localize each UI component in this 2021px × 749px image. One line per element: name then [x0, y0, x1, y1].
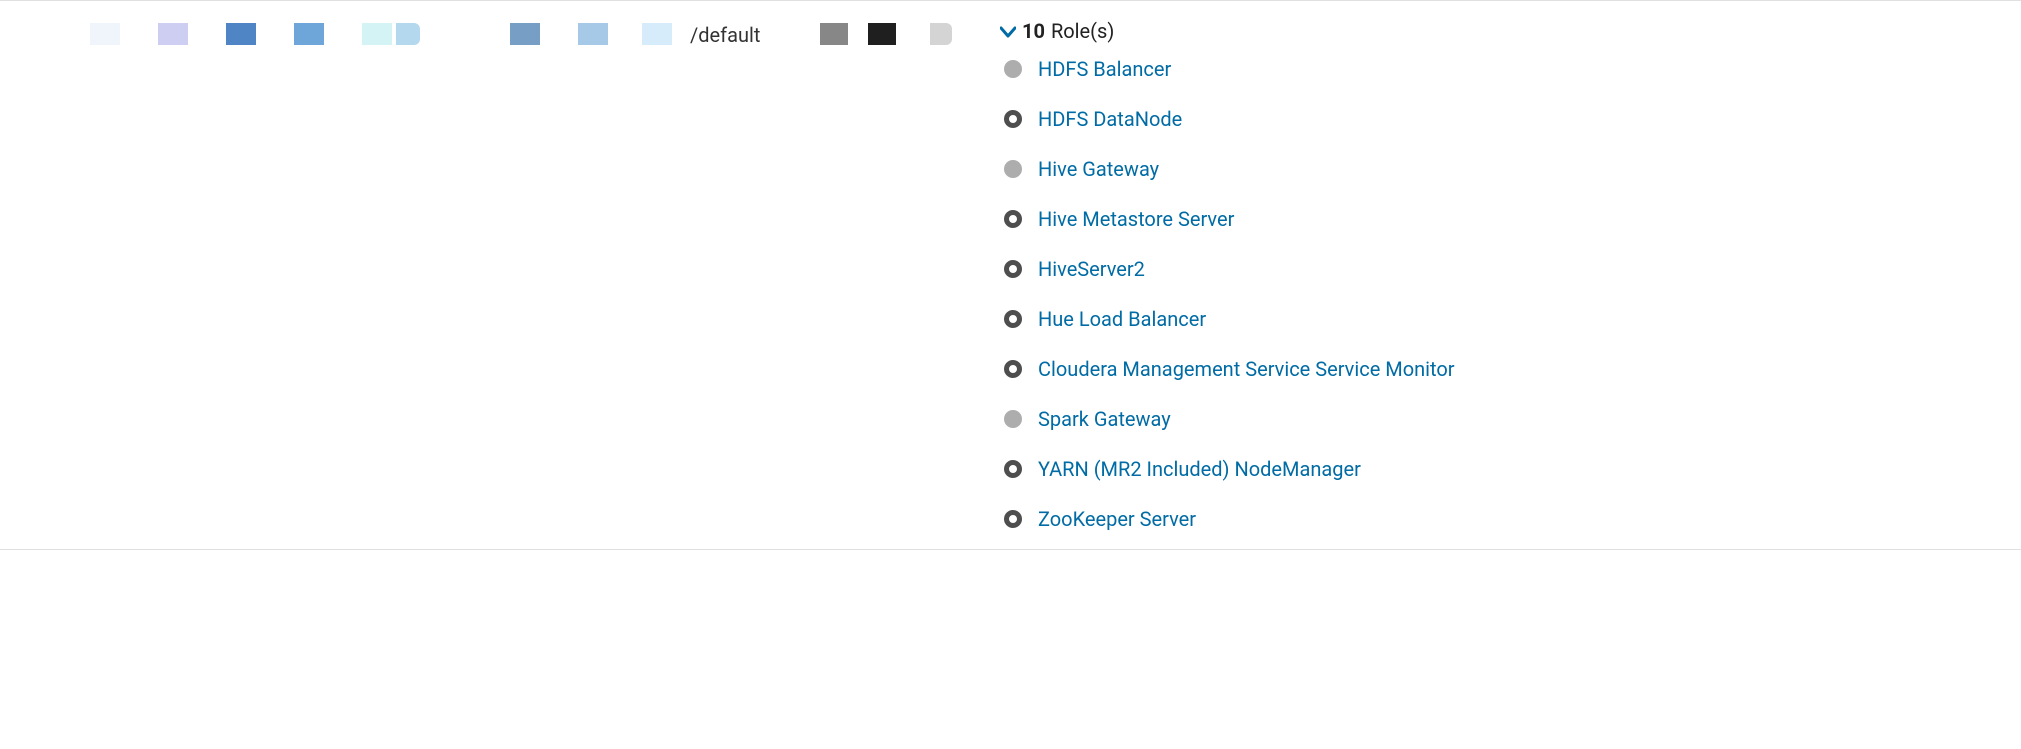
redacted-hostname-segment	[226, 23, 256, 45]
redacted-ip-segment	[612, 23, 638, 45]
redacted-hostname-segment	[294, 23, 324, 45]
roles-cell: 10 Role(s) HDFS Balancer HDFS DataNode H…	[1000, 19, 2021, 531]
role-item: Cloudera Management Service Service Moni…	[1004, 357, 2021, 381]
host-row: /default 10 Role(s) HDFS Balancer HDFS D…	[0, 0, 2021, 550]
status-stopped-icon	[1004, 110, 1022, 128]
role-link[interactable]: ZooKeeper Server	[1038, 507, 1196, 531]
role-list: HDFS Balancer HDFS DataNode Hive Gateway…	[1000, 57, 2021, 531]
role-item: HiveServer2	[1004, 257, 2021, 281]
role-link[interactable]: Spark Gateway	[1038, 407, 1171, 431]
redacted-ip-segment	[510, 23, 540, 45]
role-link[interactable]: HDFS DataNode	[1038, 107, 1182, 131]
redacted-health-segment	[930, 23, 952, 45]
role-link[interactable]: YARN (MR2 Included) NodeManager	[1038, 457, 1361, 481]
role-item: Hive Metastore Server	[1004, 207, 2021, 231]
redacted-health-segment	[854, 23, 862, 45]
redacted-hostname-segment	[260, 23, 290, 45]
roles-count: 10	[1022, 19, 1045, 43]
redacted-hostname-segment	[362, 23, 392, 45]
role-item: ZooKeeper Server	[1004, 507, 2021, 531]
role-item: HDFS DataNode	[1004, 107, 2021, 131]
host-ip-cell	[510, 19, 690, 45]
redacted-health-segment	[820, 23, 848, 45]
status-stopped-icon	[1004, 360, 1022, 378]
redacted-hostname-segment	[158, 23, 188, 45]
status-none-icon	[1004, 410, 1022, 428]
status-stopped-icon	[1004, 460, 1022, 478]
role-link[interactable]: Hue Load Balancer	[1038, 307, 1206, 331]
role-link[interactable]: HDFS Balancer	[1038, 57, 1171, 81]
role-item: Hive Gateway	[1004, 157, 2021, 181]
roles-label: Role(s)	[1051, 19, 1114, 43]
role-link[interactable]: HiveServer2	[1038, 257, 1145, 281]
status-stopped-icon	[1004, 510, 1022, 528]
redacted-hostname-segment	[396, 23, 420, 45]
redacted-health-segment	[868, 23, 896, 45]
role-item: HDFS Balancer	[1004, 57, 2021, 81]
status-none-icon	[1004, 60, 1022, 78]
role-item: Spark Gateway	[1004, 407, 2021, 431]
status-stopped-icon	[1004, 210, 1022, 228]
role-link[interactable]: Cloudera Management Service Service Moni…	[1038, 357, 1455, 381]
roles-toggle[interactable]: 10 Role(s)	[1000, 19, 2021, 43]
rack-value: /default	[690, 23, 760, 47]
redacted-ip-segment	[578, 23, 608, 45]
chevron-down-icon	[1000, 19, 1016, 43]
status-stopped-icon	[1004, 260, 1022, 278]
role-link[interactable]: Hive Metastore Server	[1038, 207, 1234, 231]
redacted-hostname-segment	[90, 23, 120, 45]
redacted-hostname-segment	[124, 23, 154, 45]
redacted-ip-segment	[642, 23, 672, 45]
redacted-health-segment	[902, 23, 924, 45]
redacted-ip-segment	[544, 23, 574, 45]
status-stopped-icon	[1004, 310, 1022, 328]
redacted-hostname-segment	[328, 23, 358, 45]
role-item: Hue Load Balancer	[1004, 307, 2021, 331]
status-none-icon	[1004, 160, 1022, 178]
host-name-cell	[0, 19, 510, 45]
rack-cell: /default	[690, 19, 820, 47]
health-cell	[820, 19, 1000, 45]
role-item: YARN (MR2 Included) NodeManager	[1004, 457, 2021, 481]
role-link[interactable]: Hive Gateway	[1038, 157, 1159, 181]
redacted-hostname-segment	[192, 23, 222, 45]
